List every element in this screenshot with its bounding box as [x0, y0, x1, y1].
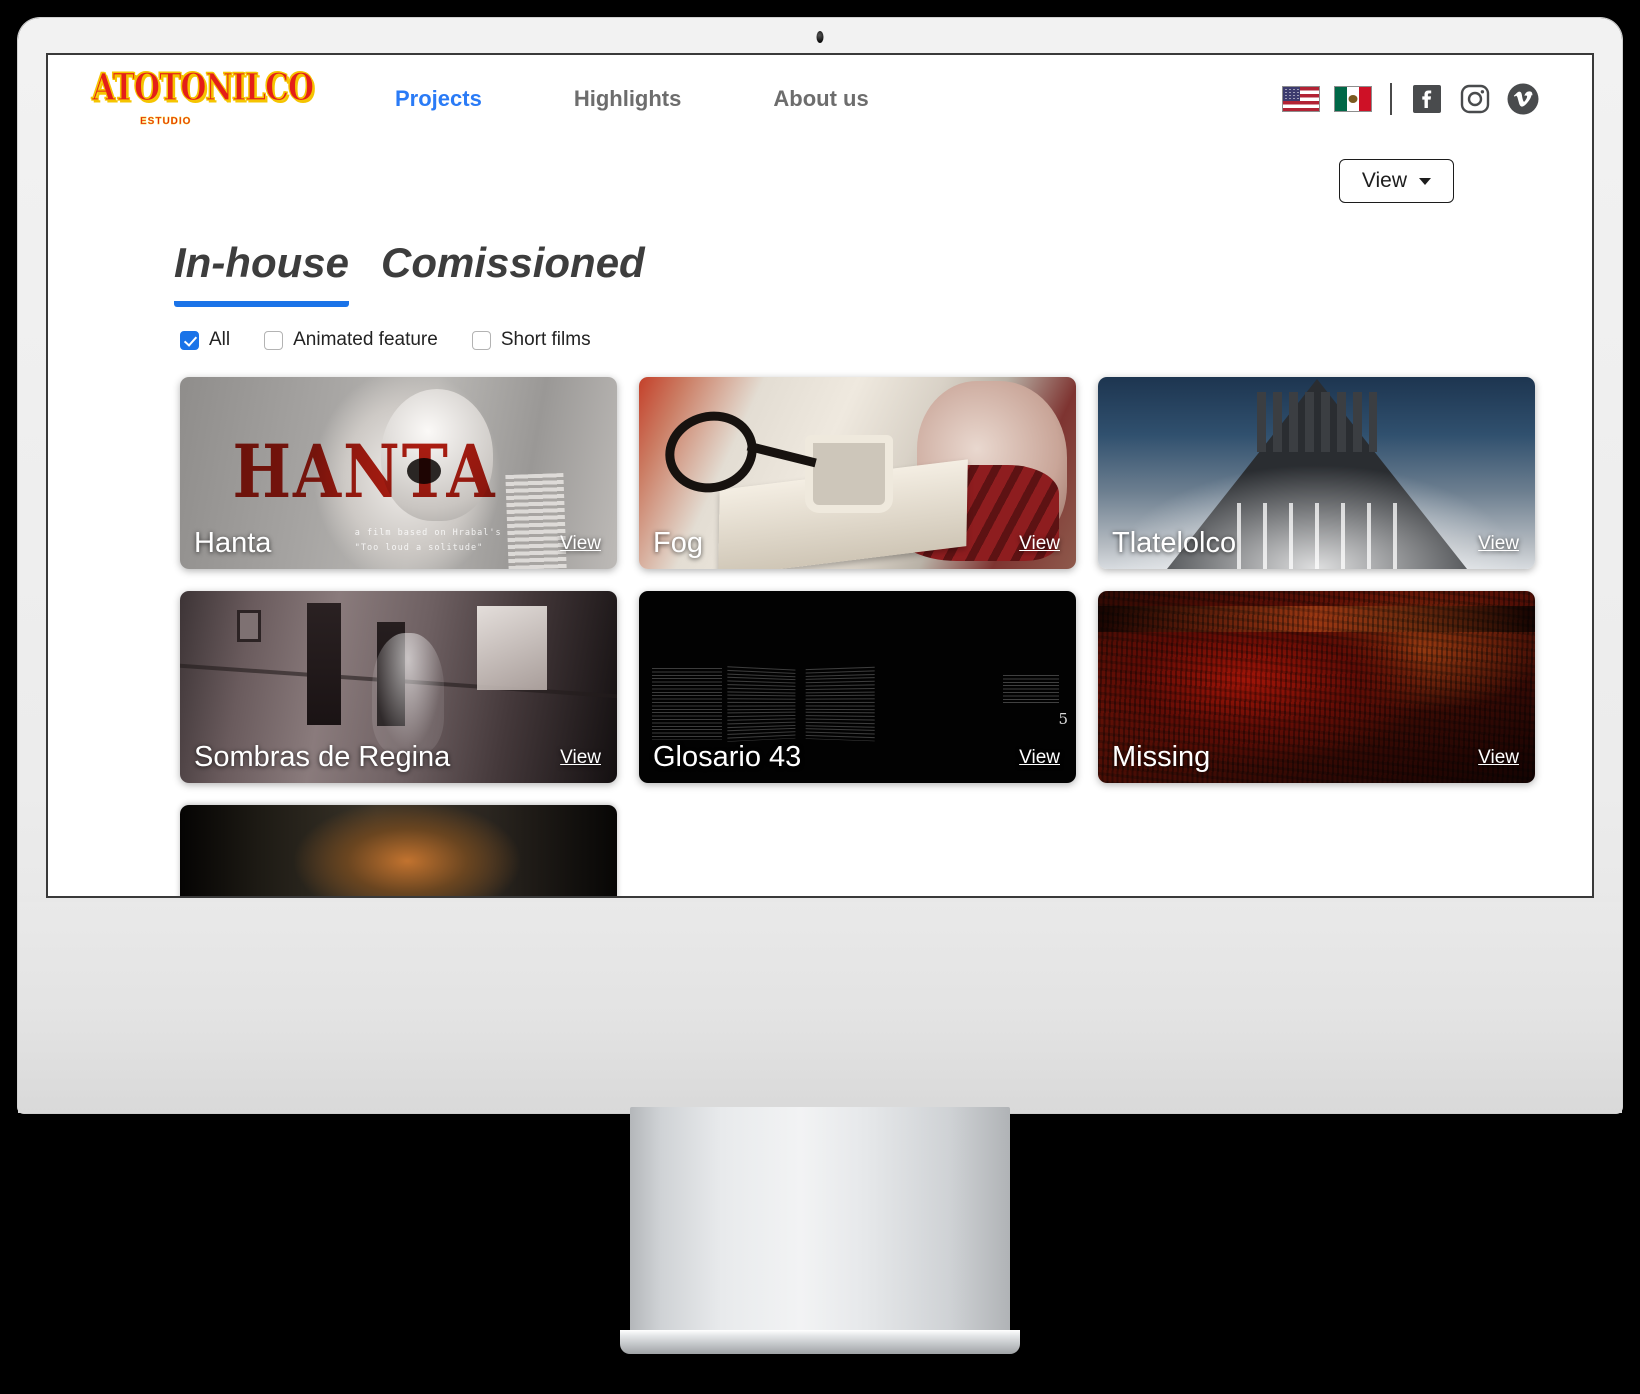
- flag-mx-icon[interactable]: [1334, 86, 1372, 112]
- sombras-picture-frame: [236, 610, 261, 643]
- facebook-icon[interactable]: [1410, 82, 1444, 116]
- filter-all[interactable]: All: [180, 329, 230, 351]
- tlatelolco-towers: [1256, 392, 1377, 453]
- filter-short-films-label: Short films: [500, 329, 591, 350]
- sombras-ghost-figure: [372, 633, 445, 754]
- project-tabs: In-house Comissioned: [48, 203, 1592, 307]
- filter-short-films[interactable]: Short films: [471, 329, 591, 351]
- screen-viewport: ATOTONILCO ESTUDIO Projects Highlights A…: [46, 53, 1594, 898]
- tab-in-house[interactable]: In-house: [174, 239, 349, 307]
- card-title: Fog: [653, 526, 703, 559]
- view-toolbar: View: [48, 143, 1592, 203]
- nav-item-about-us[interactable]: About us: [773, 86, 868, 112]
- card-title: Sombras de Regina: [194, 740, 451, 773]
- card-view-link[interactable]: View: [560, 747, 601, 769]
- hanta-tagline-line2: "Too loud a solitude": [354, 542, 484, 553]
- card-view-link[interactable]: View: [1478, 533, 1519, 555]
- site-header: ATOTONILCO ESTUDIO Projects Highlights A…: [48, 55, 1592, 143]
- glosario-page-columns: [652, 666, 875, 742]
- monitor-stand-neck: [630, 1107, 1010, 1342]
- card-title: Hanta: [194, 526, 272, 559]
- card-view-link[interactable]: View: [1019, 747, 1060, 769]
- view-dropdown-label: View: [1361, 169, 1407, 192]
- card-view-link[interactable]: View: [1019, 533, 1060, 555]
- glosario-text-column: [652, 667, 723, 740]
- chevron-down-icon: [1419, 177, 1431, 185]
- card-view-link[interactable]: View: [1478, 747, 1519, 769]
- nav-item-projects[interactable]: Projects: [395, 86, 482, 112]
- card-title: Tlatelolco: [1112, 526, 1237, 559]
- brand-logo[interactable]: ATOTONILCO ESTUDIO: [92, 66, 315, 132]
- hanta-book-stack: [504, 473, 567, 569]
- checkbox-short-films[interactable]: [471, 330, 491, 350]
- brand-logo-text: ATOTONILCO: [92, 66, 315, 110]
- glosario-text-column: [805, 666, 875, 742]
- project-card-partial[interactable]: [180, 805, 617, 896]
- glosario-page-number: 5: [1058, 710, 1068, 729]
- main-nav: Projects Highlights About us: [395, 86, 869, 112]
- hanta-tagline-line1: a film based on Hrabal's: [354, 528, 502, 539]
- hanta-tagline: a film based on Hrabal's "Too loud a sol…: [355, 526, 502, 555]
- monitor-body: ATOTONILCO ESTUDIO Projects Highlights A…: [18, 18, 1622, 1113]
- header-divider: [1390, 83, 1392, 115]
- webcam-icon: [816, 31, 824, 43]
- project-grid: HANTA a film based on Hrabal's "Too loud…: [48, 351, 1592, 783]
- card-artwork: [639, 377, 1076, 569]
- card-view-link[interactable]: View: [560, 533, 601, 555]
- view-dropdown-button[interactable]: View: [1338, 159, 1454, 203]
- checkbox-all[interactable]: [180, 330, 199, 350]
- header-right-group: [1282, 82, 1568, 116]
- project-card-missing[interactable]: Missing View: [1098, 591, 1535, 783]
- filter-animated-feature-label: Animated feature: [293, 329, 438, 350]
- imac-device: ATOTONILCO ESTUDIO Projects Highlights A…: [18, 18, 1622, 1358]
- project-grid-next-row: [48, 783, 1592, 896]
- tab-comissioned[interactable]: Comissioned: [381, 239, 645, 307]
- checkbox-animated-feature[interactable]: [264, 330, 284, 350]
- flag-us-icon[interactable]: [1282, 86, 1320, 112]
- filter-animated-feature[interactable]: Animated feature: [264, 329, 438, 351]
- glosario-text-column: [727, 666, 796, 742]
- sombras-door: [306, 602, 341, 725]
- hanta-title-art: HANTA: [232, 428, 497, 515]
- monitor-chin: [18, 902, 1622, 1113]
- project-card-glosario-43[interactable]: 5 Glosario 43 View: [639, 591, 1076, 783]
- filter-group: All Animated feature Short films: [48, 307, 1592, 351]
- sombras-window: [477, 606, 548, 691]
- vimeo-icon[interactable]: [1506, 82, 1540, 116]
- filter-all-label: All: [209, 329, 231, 350]
- fog-cup: [805, 434, 894, 513]
- project-card-tlatelolco[interactable]: Tlatelolco View: [1098, 377, 1535, 569]
- project-card-sombras-de-regina[interactable]: Sombras de Regina View: [180, 591, 617, 783]
- monitor-stand-foot: [620, 1330, 1020, 1354]
- instagram-icon[interactable]: [1458, 82, 1492, 116]
- nav-item-highlights[interactable]: Highlights: [574, 86, 682, 112]
- project-card-hanta[interactable]: HANTA a film based on Hrabal's "Too loud…: [180, 377, 617, 569]
- project-card-fog[interactable]: Fog View: [639, 377, 1076, 569]
- brand-logo-subtitle: ESTUDIO: [140, 116, 192, 127]
- glosario-side-text: [1002, 675, 1059, 704]
- card-title: Missing: [1112, 740, 1211, 773]
- card-title: Glosario 43: [653, 740, 802, 773]
